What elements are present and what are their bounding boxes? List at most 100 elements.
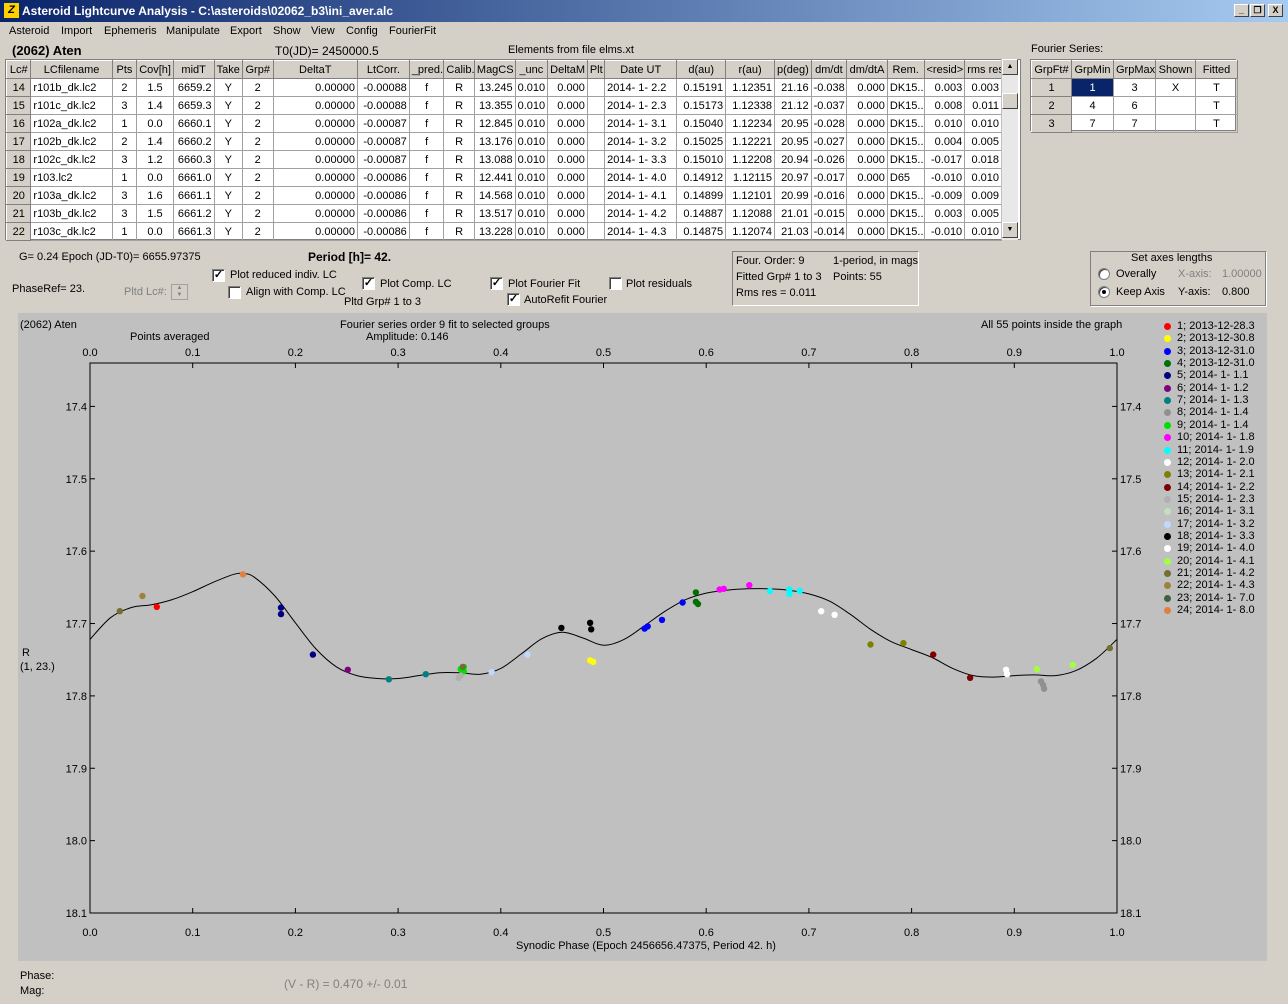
fourier-cell[interactable] [1155,96,1196,115]
table-cell[interactable]: 6659.3 [172,96,215,115]
row-header[interactable]: 22 [5,222,32,241]
table-cell[interactable]: -0.027 [810,132,848,151]
table-cell[interactable]: -0.00087 [356,150,410,169]
plot-fourier-checkbox[interactable]: ✓ [490,277,503,290]
column-header[interactable]: DeltaT [272,60,358,79]
column-header[interactable]: midT [172,60,215,79]
column-header[interactable]: DeltaM [547,60,588,79]
table-cell[interactable]: 0.000 [547,150,588,169]
table-cell[interactable] [586,204,606,223]
table-cell[interactable]: 6660.1 [172,114,215,133]
fourier-column-header[interactable]: GrpMin [1071,60,1114,79]
table-cell[interactable]: 0.011 [964,96,1002,115]
table-cell[interactable]: 13.176 [473,132,516,151]
align-comp-checkbox[interactable] [228,286,241,299]
table-cell[interactable]: 2 [241,78,274,97]
table-cell[interactable]: 2014- 1- 4.0 [604,168,678,187]
menu-manipulate[interactable]: Manipulate [166,25,220,37]
table-cell[interactable]: -0.00086 [356,204,410,223]
table-cell[interactable]: f [408,114,445,133]
table-cell[interactable]: 0.00000 [272,114,358,133]
table-cell[interactable]: 6659.2 [172,78,215,97]
table-cell[interactable]: f [408,150,445,169]
table-cell[interactable]: 0.010 [964,168,1002,187]
table-cell[interactable]: 0.000 [846,204,888,223]
table-cell[interactable]: -0.016 [810,186,848,205]
table-cell[interactable] [586,186,606,205]
row-header[interactable]: 20 [5,186,32,205]
table-cell[interactable] [586,96,606,115]
table-cell[interactable]: r101c_dk.lc2 [30,96,113,115]
restore-button[interactable]: ❐ [1250,4,1265,17]
table-cell[interactable]: 6661.0 [172,168,215,187]
row-header[interactable]: 14 [5,78,32,97]
table-cell[interactable]: R [443,168,475,187]
table-cell[interactable]: 0.000 [547,204,588,223]
table-cell[interactable]: 21.12 [773,96,812,115]
table-cell[interactable]: 0.0 [136,114,174,133]
table-cell[interactable]: 0.010 [964,222,1002,241]
table-cell[interactable]: Y [213,96,243,115]
table-cell[interactable]: 2 [111,78,138,97]
table-cell[interactable]: 2 [241,114,274,133]
table-cell[interactable]: f [408,78,445,97]
column-header[interactable]: dm/dt [810,60,848,79]
table-cell[interactable]: f [408,186,445,205]
table-cell[interactable]: 0.15173 [676,96,727,115]
column-header[interactable]: Lc# [5,60,32,79]
table-cell[interactable]: 0.010 [514,96,549,115]
table-cell[interactable] [586,150,606,169]
table-cell[interactable]: r102a_dk.lc2 [30,114,113,133]
table-cell[interactable]: 20.95 [773,132,812,151]
plot-residuals-checkbox[interactable] [609,277,622,290]
scroll-up-arrow-icon[interactable]: ▲ [1002,59,1018,75]
table-cell[interactable]: 13.245 [473,78,516,97]
table-cell[interactable]: 0.008 [923,96,966,115]
fourier-cell[interactable] [1155,114,1196,133]
table-cell[interactable]: 0.005 [964,132,1002,151]
table-cell[interactable]: 0.0 [136,222,174,241]
table-cell[interactable]: 2 [241,132,274,151]
menu-ephemeris[interactable]: Ephemeris [104,25,157,37]
table-cell[interactable]: 13.355 [473,96,516,115]
table-cell[interactable]: 1.5 [136,204,174,223]
column-header[interactable]: Rem. [886,60,925,79]
table-cell[interactable]: 0.14875 [676,222,727,241]
table-cell[interactable]: 0.00000 [272,204,358,223]
fourier-cell[interactable]: T [1195,114,1238,133]
y-axis-value[interactable]: 0.800 [1222,286,1250,298]
table-cell[interactable]: r103a_dk.lc2 [30,186,113,205]
table-cell[interactable]: 0.003 [923,204,966,223]
fourier-cell[interactable]: 3 [1113,78,1156,97]
table-cell[interactable]: 12.441 [473,168,516,187]
row-header[interactable]: 21 [5,204,32,223]
table-cell[interactable]: 0.010 [514,78,549,97]
table-cell[interactable]: 14.568 [473,186,516,205]
table-cell[interactable]: R [443,150,475,169]
table-cell[interactable]: 6661.1 [172,186,215,205]
table-row[interactable]: 20 r103a_dk.lc2 3 1.6 6661.1 Y 2 0.00000 -0.0008… [5,186,1002,205]
table-cell[interactable]: 0.000 [846,114,888,133]
overally-radio[interactable] [1098,268,1110,280]
column-header[interactable]: Calib. [443,60,475,79]
table-cell[interactable]: 0.000 [547,186,588,205]
table-cell[interactable]: 0.00000 [272,186,358,205]
table-cell[interactable]: 1.12074 [725,222,775,241]
table-cell[interactable]: r102b_dk.lc2 [30,132,113,151]
table-cell[interactable]: 20.99 [773,186,812,205]
table-cell[interactable]: Y [213,78,243,97]
table-cell[interactable] [586,168,606,187]
table-cell[interactable]: Y [213,168,243,187]
menu-import[interactable]: Import [61,25,92,37]
table-cell[interactable]: -0.028 [810,114,848,133]
table-cell[interactable]: 0.000 [547,168,588,187]
fourier-cell[interactable]: T [1195,96,1238,115]
column-header[interactable]: MagCS [473,60,516,79]
table-cell[interactable]: 0.15040 [676,114,727,133]
fourier-cell[interactable]: 7 [1071,114,1114,133]
table-cell[interactable]: 1.12088 [725,204,775,223]
table-cell[interactable]: 0.000 [547,114,588,133]
menu-asteroid[interactable]: Asteroid [9,25,49,37]
table-cell[interactable]: -0.00087 [356,132,410,151]
table-cell[interactable]: 0.000 [846,150,888,169]
